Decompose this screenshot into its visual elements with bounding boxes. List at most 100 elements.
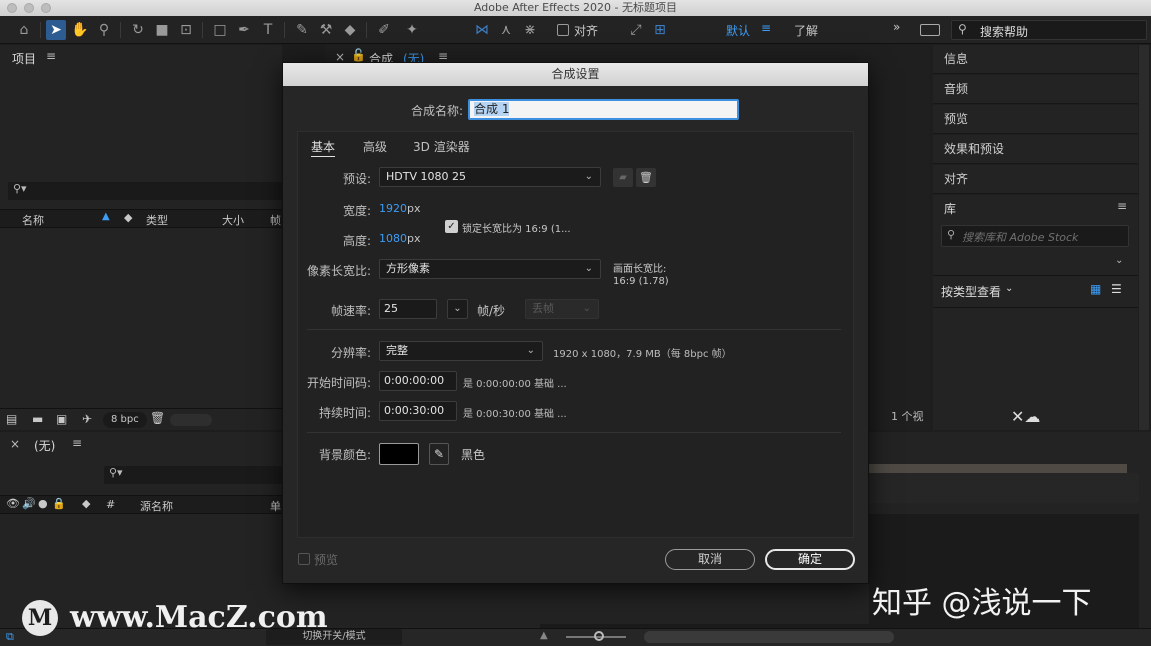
bit-depth-button[interactable]: 8 bpc	[103, 412, 147, 428]
rectangle-tool-icon[interactable]: □	[210, 20, 230, 40]
brush-tool-icon[interactable]: ✎	[292, 20, 312, 40]
flowchart-icon[interactable]: ✈	[82, 412, 92, 426]
audio-icon[interactable]: 🔊	[22, 497, 36, 510]
chevron-down-icon[interactable]: ⌄	[1115, 255, 1123, 266]
sidebar-item-align[interactable]: 对齐	[933, 165, 1138, 194]
zoom-window-icon[interactable]	[41, 3, 51, 13]
pixel-ratio-label: 像素长宽比:	[306, 264, 371, 278]
world-axis-icon[interactable]: ⋏	[496, 20, 516, 40]
camera-tool-icon[interactable]: ■	[152, 20, 172, 40]
close-panel-icon[interactable]: ×	[10, 437, 20, 451]
pixel-ratio-dropdown[interactable]: 方形像素 ⌄	[379, 259, 601, 279]
preview-checkbox[interactable]	[298, 553, 310, 565]
chevron-down-icon[interactable]: ⌄	[1005, 283, 1013, 294]
expand-workspaces-icon[interactable]: »	[893, 20, 900, 34]
hand-tool-icon[interactable]: ✋	[70, 20, 90, 40]
workspace-learn[interactable]: 了解	[794, 22, 818, 39]
save-preset-icon[interactable]: ▰	[613, 168, 633, 187]
sidebar-item-info[interactable]: 信息	[933, 45, 1138, 74]
lock-icon[interactable]: 🔓	[351, 48, 366, 62]
roto-brush-tool-icon[interactable]: ✐	[374, 20, 394, 40]
grid-view-icon[interactable]: ▦	[1090, 282, 1101, 296]
panel-menu-icon[interactable]: ≡	[438, 49, 448, 63]
close-window-icon[interactable]	[7, 3, 17, 13]
sidebar-item-effects[interactable]: 效果和预设	[933, 135, 1138, 164]
ok-button[interactable]: 确定	[765, 549, 855, 570]
snap-checkbox[interactable]	[557, 24, 569, 36]
home-icon[interactable]: ⌂	[14, 20, 34, 40]
panel-menu-icon[interactable]: ≡	[46, 49, 56, 63]
zoom-tool-icon[interactable]: ⚲	[94, 20, 114, 40]
tab-basic[interactable]: 基本	[311, 138, 336, 157]
view-by-type[interactable]: 按类型查看	[941, 283, 1001, 300]
eraser-tool-icon[interactable]: ◆	[340, 20, 360, 40]
trash-icon[interactable]: 🗑	[150, 411, 165, 425]
workspace-menu-icon[interactable]: ≡	[761, 21, 771, 35]
new-folder-icon[interactable]: ▬	[32, 412, 43, 426]
project-search-input[interactable]: ⚲▾	[8, 182, 282, 200]
bg-color-swatch[interactable]	[379, 443, 419, 465]
rotate-tool-icon[interactable]: ↻	[128, 20, 148, 40]
tab-advanced[interactable]: 高级	[363, 138, 387, 155]
minimize-window-icon[interactable]	[24, 3, 34, 13]
start-timecode-input[interactable]: 0:00:00:00	[379, 371, 457, 391]
sidebar-scrollbar[interactable]	[1139, 45, 1149, 430]
workspace-default[interactable]: 默认	[726, 22, 750, 39]
interpret-footage-icon[interactable]: ▤	[6, 412, 17, 426]
library-title: 库	[944, 202, 957, 216]
work-area-bar[interactable]	[869, 464, 1127, 473]
label-tag-icon[interactable]: ◆	[82, 497, 90, 510]
lock-ratio-checkbox[interactable]: ✓	[445, 220, 458, 233]
project-panel: 项目 ≡ ⚲▾ 名称 ▲ ◆ 类型 大小 帧 ▤ ▬ ▣ ✈ 8 bpc 🗑	[0, 45, 282, 430]
zoom-out-icon[interactable]: ▲	[540, 630, 548, 641]
cancel-button[interactable]: 取消	[665, 549, 755, 570]
duration-input[interactable]: 0:00:30:00	[379, 401, 457, 421]
render-toggle-icon[interactable]: ⧉	[6, 630, 14, 644]
pen-tool-icon[interactable]: ✒	[234, 20, 254, 40]
selection-tool-icon[interactable]: ➤	[46, 20, 66, 40]
label-tag-icon[interactable]: ◆	[124, 211, 132, 224]
zoom-slider-handle[interactable]	[594, 631, 604, 641]
list-view-icon[interactable]: ☰	[1111, 282, 1122, 296]
view-axis-icon[interactable]: ⋇	[520, 20, 540, 40]
snap-feature-icon[interactable]: ⊞	[650, 20, 670, 40]
width-label: 宽度:	[342, 204, 371, 218]
pan-behind-tool-icon[interactable]: ⊡	[176, 20, 196, 40]
tab-3d-renderer[interactable]: 3D 渲染器	[413, 138, 470, 155]
comp-name-input[interactable]: 合成 1	[468, 99, 739, 120]
search-help-input[interactable]: ⚲ 搜索帮助	[951, 20, 1147, 40]
panel-menu-icon[interactable]: ≡	[72, 436, 82, 450]
library-search-input[interactable]: ⚲ 搜索库和 Adobe Stock	[941, 225, 1129, 247]
timeline-comp-name[interactable]: (无)	[34, 437, 55, 454]
comp-name-label: 合成名称:	[410, 104, 463, 118]
timeline-search-input[interactable]: ⚲▾	[104, 466, 282, 484]
preset-dropdown[interactable]: HDTV 1080 25 ⌄	[379, 167, 601, 187]
project-scrollbar[interactable]	[170, 414, 212, 426]
solo-icon[interactable]: ●	[38, 497, 48, 510]
height-value[interactable]: 1080	[379, 232, 407, 245]
resolution-dropdown[interactable]: 完整 ⌄	[379, 341, 543, 361]
puppet-pin-tool-icon[interactable]: ✦	[402, 20, 422, 40]
time-ruler[interactable]	[869, 473, 1139, 503]
timeline-scrollbar[interactable]	[644, 631, 894, 643]
new-composition-icon[interactable]: ▣	[56, 412, 67, 426]
sidebar-item-preview[interactable]: 预览	[933, 105, 1138, 134]
fps-dropdown-icon[interactable]: ⌄	[447, 299, 468, 319]
lock-icon[interactable]: 🔒	[52, 497, 66, 510]
width-value[interactable]: 1920	[379, 202, 407, 215]
snap-edge-icon[interactable]: ⤢	[626, 20, 646, 40]
eyedropper-icon[interactable]: ✎	[429, 443, 449, 465]
delete-preset-icon[interactable]: 🗑	[636, 168, 656, 187]
preset-label: 预设:	[342, 172, 371, 186]
text-tool-icon[interactable]: T	[258, 20, 278, 40]
sort-ascending-icon[interactable]: ▲	[102, 211, 110, 222]
clone-stamp-tool-icon[interactable]: ⚒	[316, 20, 336, 40]
view-count[interactable]: 1 个视	[891, 408, 924, 424]
window-title: Adobe After Effects 2020 - 无标题项目	[473, 1, 678, 14]
local-axis-icon[interactable]: ⋈	[472, 20, 492, 40]
panel-menu-icon[interactable]: ≡	[1117, 199, 1127, 213]
fps-input[interactable]: 25	[379, 299, 437, 319]
eye-icon[interactable]: 👁	[6, 497, 20, 510]
sync-settings-icon[interactable]	[920, 24, 940, 36]
sidebar-item-audio[interactable]: 音频	[933, 75, 1138, 104]
